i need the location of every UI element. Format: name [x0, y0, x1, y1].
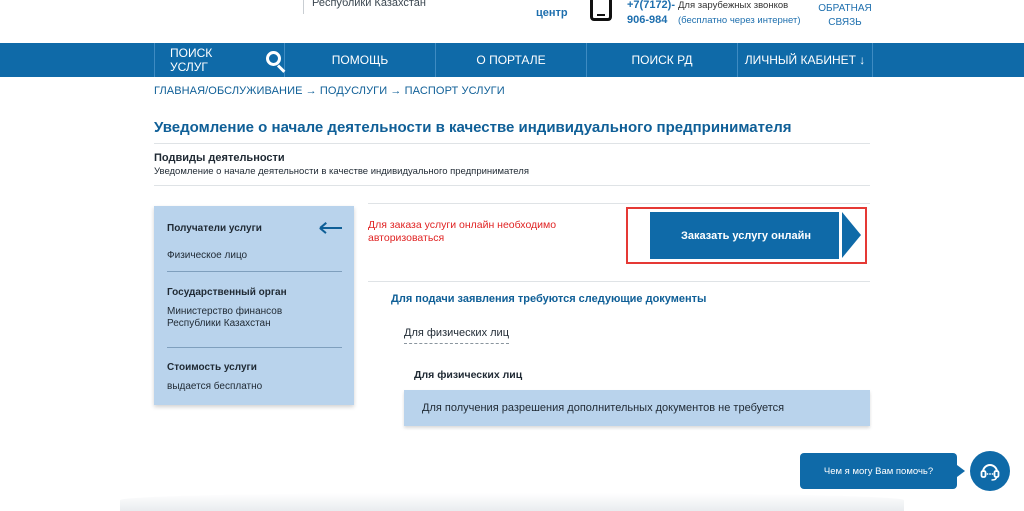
- phone-icon: [590, 0, 612, 21]
- page-bottom-edge: [120, 493, 904, 511]
- auth-warning: Для заказа услуги онлайн необходимо авто…: [368, 219, 608, 245]
- nav-service-search-label: ПОИСК УСЛУГ: [170, 46, 213, 74]
- page-title: Уведомление о начале деятельности в каче…: [154, 119, 792, 136]
- nav-about-label: О ПОРТАЛЕ: [476, 53, 546, 67]
- phone-note: Для зарубежных звонков (бесплатно через …: [678, 0, 801, 28]
- agency-value-line1: Министерство финансов: [167, 306, 283, 317]
- cost-label: Стоимость услуги: [167, 362, 257, 373]
- divider: [154, 143, 870, 144]
- card-divider: [167, 271, 342, 272]
- phone-number[interactable]: +7(7172)- 906-984: [627, 0, 675, 28]
- cost-value: выдается бесплатно: [167, 381, 263, 392]
- nav-rd-search[interactable]: ПОИСК РД: [587, 43, 738, 77]
- order-online-button[interactable]: Заказать услугу онлайн: [650, 212, 842, 259]
- phone-number-line1: +7(7172)-: [627, 0, 676, 11]
- headset-icon: [980, 464, 1000, 481]
- documents-info-text: Для получения разрешения дополнительных …: [422, 402, 785, 414]
- arrow-left-icon[interactable]: [319, 222, 342, 234]
- nav-help-label: ПОМОЩЬ: [331, 53, 389, 67]
- subtypes-value: Уведомление о начале деятельности в каче…: [154, 166, 529, 177]
- agency-label: Государственный орган: [167, 287, 287, 298]
- feedback-line1: ОБРАТНАЯ: [818, 3, 872, 14]
- auth-warning-line2: авторизоваться: [368, 232, 445, 244]
- card-divider: [167, 347, 342, 348]
- breadcrumb[interactable]: ГЛАВНАЯ/ОБСЛУЖИВАНИЕ → ПОДУСЛУГИ → ПАСПО…: [154, 85, 505, 97]
- contact-center-label[interactable]: центр: [536, 7, 568, 19]
- chat-prompt-bubble[interactable]: Чем я могу Вам помочь?: [800, 453, 965, 489]
- tab-individuals[interactable]: Для физических лиц: [404, 327, 509, 344]
- recipients-label: Получатели услуги: [167, 223, 262, 234]
- chat-prompt-text: Чем я могу Вам помочь?: [823, 465, 934, 477]
- arrow-right-icon[interactable]: [842, 212, 861, 258]
- gov-subtitle: Республики Казахстан: [312, 0, 426, 9]
- phone-number-line2: 906-984: [627, 14, 668, 26]
- nav-about[interactable]: О ПОРТАЛЕ: [436, 43, 587, 77]
- divider: [368, 281, 870, 282]
- divider: [154, 185, 870, 186]
- documents-section-label: Для физических лиц: [414, 369, 523, 381]
- chat-button[interactable]: [970, 451, 1010, 491]
- documents-title: Для подачи заявления требуются следующие…: [391, 293, 707, 305]
- header-divider: [303, 0, 304, 14]
- nav-cabinet[interactable]: ЛИЧНЫЙ КАБИНЕТ ↓: [738, 43, 873, 77]
- nav-cabinet-label: ЛИЧНЫЙ КАБИНЕТ ↓: [744, 53, 866, 67]
- phone-note-line1: Для зарубежных звонков: [678, 0, 789, 11]
- nav-rd-search-label: ПОИСК РД: [631, 53, 693, 67]
- nav-help[interactable]: ПОМОЩЬ: [285, 43, 436, 77]
- main-nav: ПОИСК УСЛУГ ПОМОЩЬ О ПОРТАЛЕ ПОИСК РД ЛИ…: [0, 43, 1024, 77]
- search-icon[interactable]: [266, 51, 286, 73]
- nav-service-search[interactable]: ПОИСК УСЛУГ: [154, 43, 286, 77]
- subtypes-label: Подвиды деятельности: [154, 152, 285, 164]
- top-header: Республики Казахстан центр +7(7172)- 906…: [0, 0, 1024, 43]
- documents-info-box: Для получения разрешения дополнительных …: [404, 390, 870, 426]
- divider: [368, 203, 870, 204]
- auth-warning-line1: Для заказа услуги онлайн необходимо: [368, 219, 557, 231]
- service-info-card: Получатели услуги Физическое лицо Госуда…: [154, 206, 354, 405]
- phone-note-line2[interactable]: (бесплатно через интернет): [678, 13, 801, 28]
- agency-value-line2: Республики Казахстан: [167, 318, 271, 329]
- agency-value: Министерство финансов Республики Казахст…: [167, 306, 282, 330]
- feedback-line2: СВЯЗЬ: [828, 17, 862, 28]
- recipients-value: Физическое лицо: [167, 250, 248, 261]
- feedback-link[interactable]: ОБРАТНАЯ СВЯЗЬ: [812, 2, 878, 30]
